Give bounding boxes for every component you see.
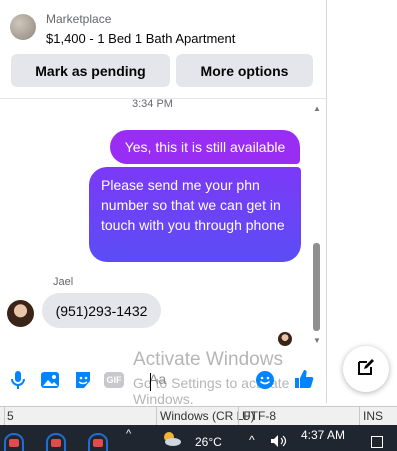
thumbs-up-icon[interactable] — [293, 368, 315, 390]
listing-title[interactable]: $1,400 - 1 Bed 1 Bath Apartment — [46, 31, 235, 46]
outgoing-message[interactable]: Please send me your phn number so that w… — [89, 167, 301, 262]
taskbar-app-icon[interactable] — [4, 433, 24, 451]
compose-icon — [356, 357, 376, 382]
gif-icon[interactable]: GIF — [104, 372, 124, 388]
marketplace-header: Marketplace $1,400 - 1 Bed 1 Bath Apartm… — [0, 0, 326, 99]
activate-windows-title: Activate Windows — [133, 349, 283, 370]
outgoing-message[interactable]: Yes, this it is still available — [110, 130, 300, 164]
status-divider — [4, 407, 5, 425]
sticker-icon[interactable] — [72, 369, 94, 391]
message-input[interactable]: Aa — [149, 371, 269, 393]
notification-center-icon[interactable] — [371, 436, 383, 448]
status-encoding[interactable]: UTF-8 — [242, 409, 276, 423]
status-column: 5 — [7, 409, 14, 423]
system-tray-chevron-icon[interactable]: ^ — [249, 433, 255, 447]
listing-thumbnail[interactable] — [10, 14, 36, 40]
incoming-message[interactable]: (951)293-1432 — [42, 293, 161, 328]
status-divider — [156, 407, 157, 425]
seen-indicator-avatar — [278, 332, 292, 346]
taskbar-app-icon[interactable] — [46, 433, 66, 451]
volume-icon[interactable] — [270, 434, 288, 451]
chat-window: Marketplace $1,400 - 1 Bed 1 Bath Apartm… — [0, 0, 327, 407]
taskbar-app-icon[interactable] — [88, 433, 108, 451]
clock-time[interactable]: 4:37 AM — [301, 428, 345, 442]
temperature-label: 26°C — [195, 435, 222, 449]
new-message-button[interactable] — [343, 346, 389, 392]
message-timestamp: 3:34 PM — [132, 98, 173, 110]
status-line-endings[interactable]: Windows (CR LF) — [160, 409, 255, 423]
status-insert-mode: INS — [363, 409, 384, 423]
more-options-button[interactable]: More options — [176, 54, 313, 87]
scroll-down-arrow-icon[interactable]: ▼ — [313, 336, 321, 345]
chevron-up-icon[interactable]: ^ — [126, 428, 131, 440]
status-divider — [359, 407, 360, 425]
status-divider — [238, 407, 239, 425]
text-cursor — [150, 373, 151, 391]
mark-as-pending-button[interactable]: Mark as pending — [11, 54, 170, 87]
emoji-icon[interactable] — [254, 369, 276, 391]
image-icon[interactable] — [39, 369, 61, 391]
scroll-up-arrow-icon[interactable]: ▲ — [313, 104, 321, 113]
marketplace-label: Marketplace — [46, 12, 112, 26]
scrollbar-thumb[interactable] — [313, 243, 320, 331]
microphone-icon[interactable] — [7, 369, 29, 391]
windows-taskbar: ^ 26°C ^ 4:37 AM — [0, 425, 397, 451]
weather-icon[interactable] — [160, 431, 182, 447]
editor-status-bar: 5 Windows (CR LF) UTF-8 INS — [0, 406, 397, 425]
sender-name: Jael — [53, 276, 74, 288]
sender-avatar[interactable] — [7, 300, 34, 327]
